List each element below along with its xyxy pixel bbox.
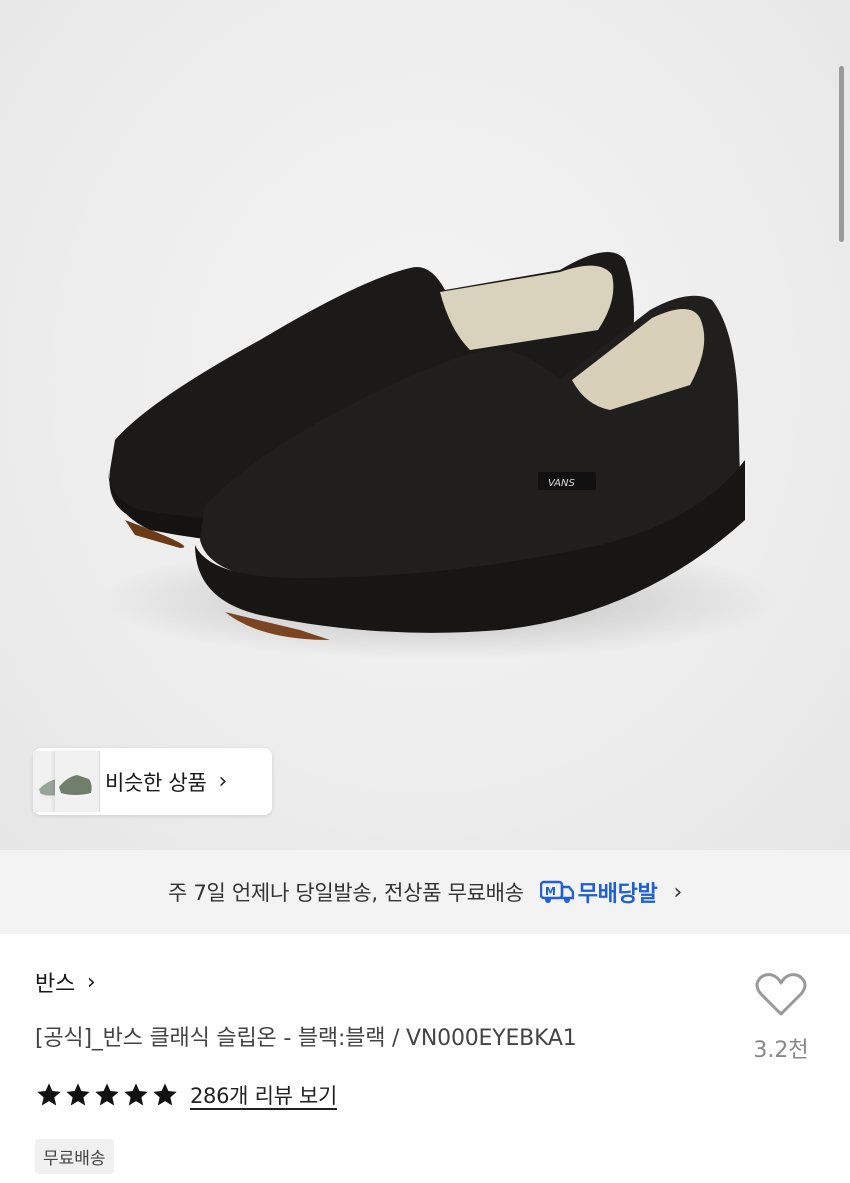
similar-thumbnails (33, 748, 100, 815)
shoe-illustration: VANS (100, 252, 780, 660)
free-delivery-logo-text: 무배당발 (577, 882, 658, 907)
vans-logo: VANS (548, 478, 575, 489)
promo-text: 주 7일 언제나 당일발송, 전상품 무료배송 (168, 881, 524, 905)
star-rating (35, 1081, 179, 1109)
star-filled-icon (124, 1083, 148, 1106)
similar-products-label: 비슷한 상품 (105, 770, 207, 795)
delivery-promo-banner[interactable]: 주 7일 언제나 당일발송, 전상품 무료배송 M 무배당발 › (0, 850, 850, 934)
like-button[interactable]: 3.2천 (748, 972, 814, 1064)
product-title: [공식]_반스 클래식 슬립온 - 블랙:블랙 / VN000EYEBKA1 (35, 1026, 577, 1051)
rating-row: 286개 리뷰 보기 (35, 1080, 337, 1110)
truck-icon: M (539, 880, 574, 903)
brand-name: 반스 (35, 972, 75, 997)
star-filled-icon (66, 1083, 90, 1106)
reviews-link[interactable]: 286개 리뷰 보기 (190, 1080, 337, 1110)
free-delivery-logo: M 무배당발 (539, 876, 658, 908)
chevron-right-icon: › (218, 769, 228, 794)
chevron-right-icon: › (673, 879, 682, 905)
product-image[interactable]: VANS 비슷한 상품 › (0, 0, 850, 850)
star-filled-icon (95, 1083, 119, 1106)
free-shipping-badge: 무료배송 (35, 1139, 114, 1174)
similar-thumbnail (55, 751, 100, 812)
brand-link[interactable]: 반스 › (35, 966, 96, 998)
scrollbar[interactable] (839, 66, 844, 242)
similar-products-button[interactable]: 비슷한 상품 › (33, 748, 272, 815)
star-filled-icon (37, 1083, 61, 1106)
star-filled-icon (153, 1083, 177, 1106)
like-count: 3.2천 (753, 1038, 809, 1063)
heart-outline-icon (755, 973, 807, 1016)
chevron-right-icon: › (86, 969, 96, 995)
svg-text:M: M (545, 885, 556, 898)
